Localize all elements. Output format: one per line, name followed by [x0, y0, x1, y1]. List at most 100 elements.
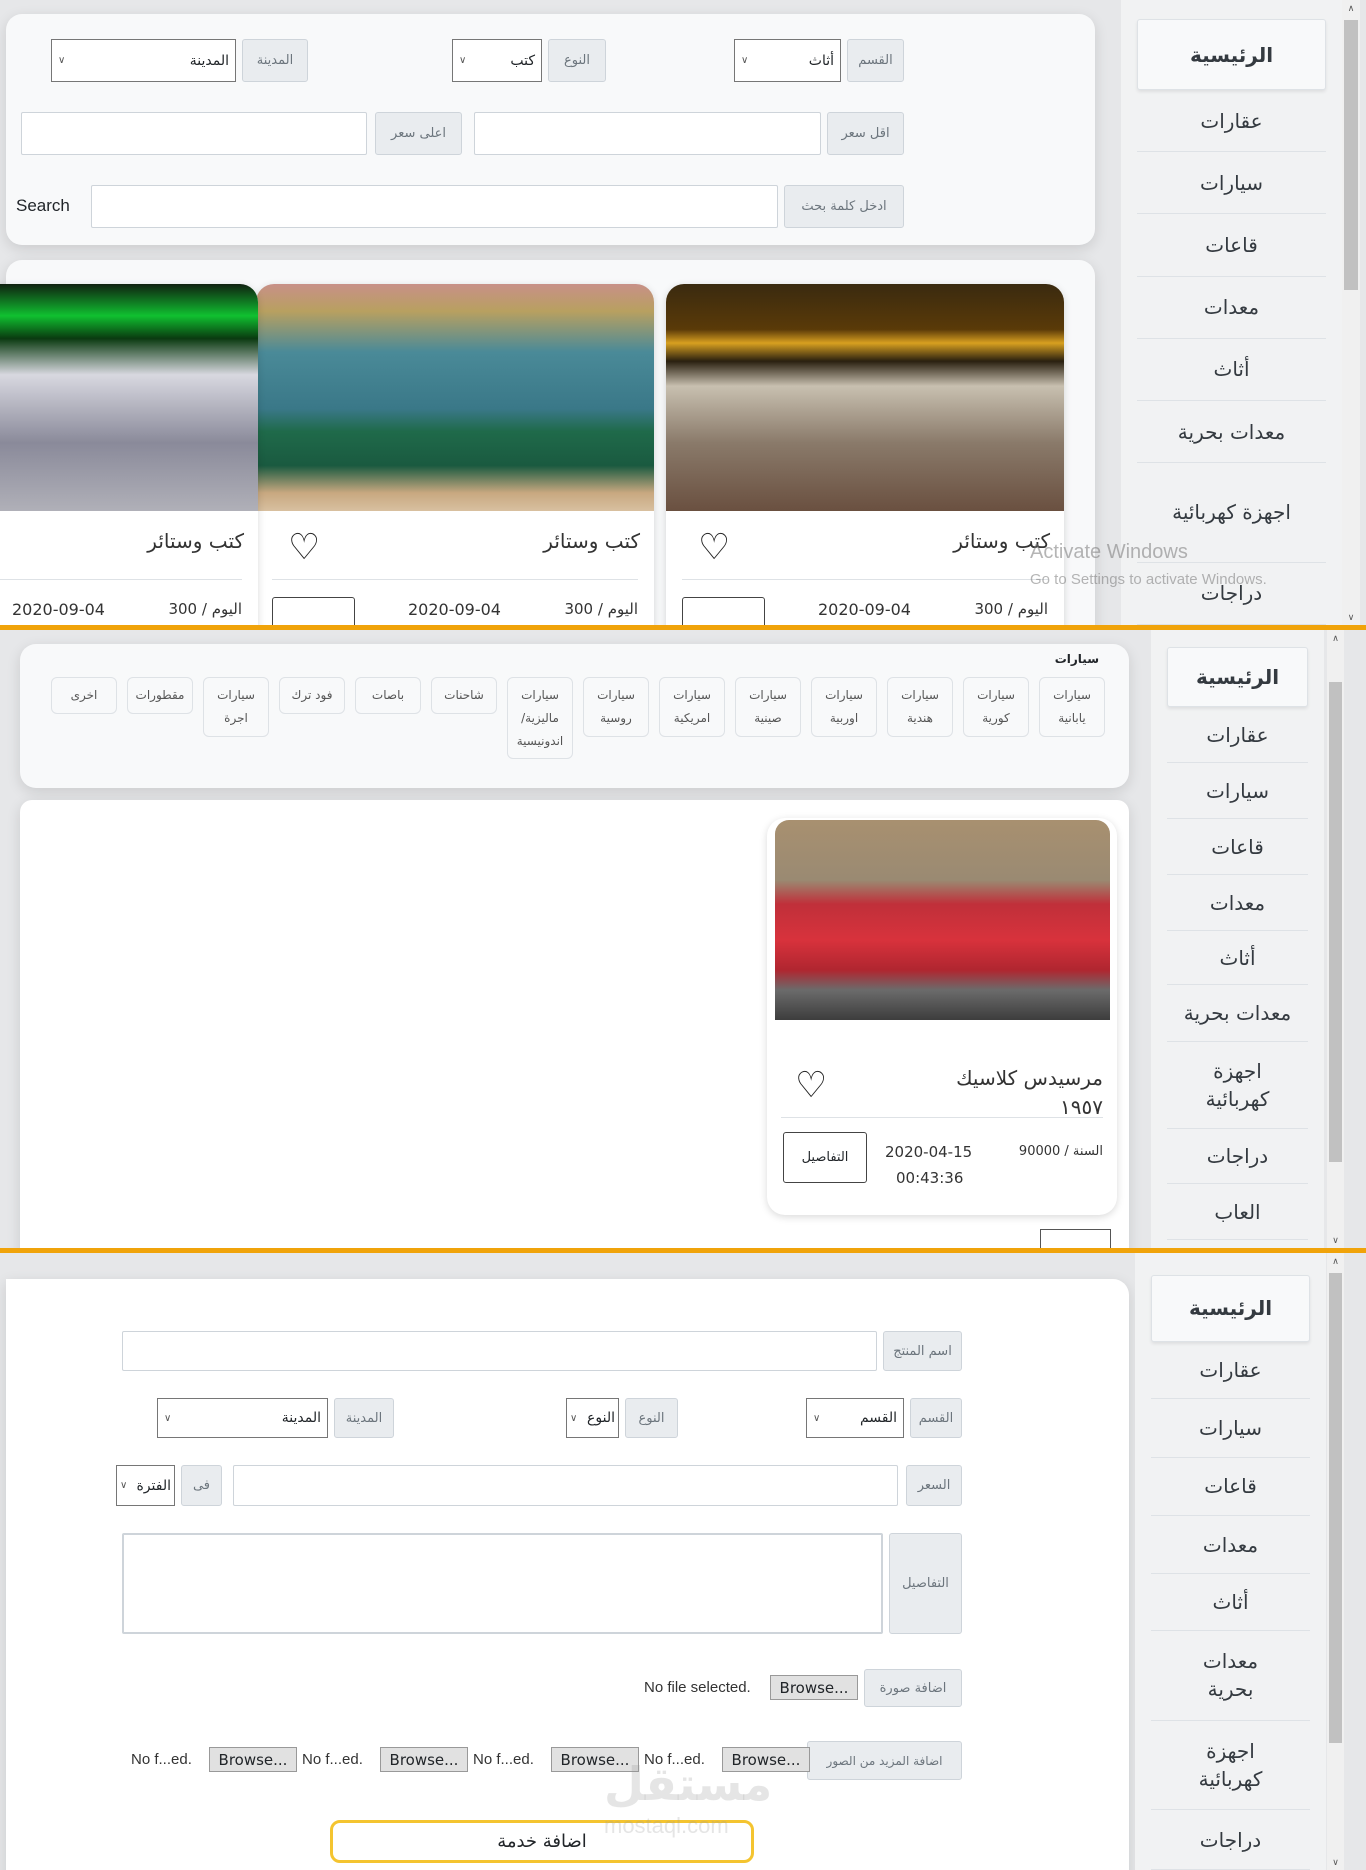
sidebar-item-1[interactable]: عقارات [1167, 707, 1308, 763]
browse-button[interactable]: Browse... [209, 1747, 297, 1772]
sidebar-item-8[interactable]: دراجات [1151, 1810, 1310, 1870]
car-category-chip[interactable]: باصات [355, 677, 421, 714]
keyword-input[interactable] [91, 185, 778, 228]
cars-section: سيارات سيارات يابانية سيارات كورية سيارات … [0, 630, 1366, 1248]
scrollbar[interactable]: ∧ ∨ [1327, 630, 1344, 1248]
category-value: القسم [859, 1410, 897, 1426]
image-label: اضافة صورة [864, 1669, 962, 1707]
car-category-chip[interactable]: شاحنات [431, 677, 497, 714]
favorite-heart-icon[interactable]: ♡ [795, 1068, 827, 1104]
city-label: المدينة [242, 39, 308, 82]
category-label: القسم [910, 1398, 962, 1438]
city-value: المدينة [281, 1410, 321, 1426]
car-title: مرسيدس كلاسيك ١٩٥٧ [956, 1066, 1103, 1119]
car-category-chip[interactable]: سيارات اجرة [203, 677, 269, 737]
max-price-input[interactable] [21, 112, 367, 155]
sidebar-item-6[interactable]: معدات بحرية [1167, 985, 1308, 1042]
car-category-chip[interactable]: سيارات ماليزية/ اندونيسية [507, 677, 573, 760]
listing-card[interactable]: كتب وستائر♡اليوم / 3002020-09-04 [256, 284, 654, 625]
chevron-down-icon: ∨ [58, 55, 66, 66]
sidebar-item-5[interactable]: أثاث [1167, 931, 1308, 985]
browse-button[interactable]: Browse... [380, 1747, 468, 1772]
sidebar-item-1[interactable]: عقارات [1137, 90, 1326, 153]
car-chip-list: سيارات يابانية سيارات كورية سيارات هندية سي… [51, 677, 1105, 760]
city-value: المدينة [189, 52, 229, 69]
activate-windows-subtitle: Go to Settings to activate Windows. [1030, 571, 1267, 588]
divider [682, 579, 1048, 580]
details-button[interactable]: التفاصيل [783, 1132, 867, 1183]
scrollbar[interactable]: ∧ ∨ [1327, 1253, 1344, 1870]
in-label: فى [181, 1465, 222, 1506]
sidebar-item-7[interactable]: اجهزة كهربائية [1151, 1721, 1310, 1811]
sidebar-item-0[interactable]: الرئيسية [1151, 1275, 1310, 1342]
chevron-down-icon: ∨ [120, 1480, 128, 1491]
car-category-chip[interactable]: سيارات صينية [735, 677, 801, 737]
category-select[interactable]: القسم ∨ [806, 1398, 904, 1438]
price-input[interactable] [233, 1465, 898, 1506]
sidebar-item-6[interactable]: معدات بحرية [1137, 401, 1326, 464]
listing-card[interactable]: كتب وستائر♡اليوم / 3002020-09-04 [666, 284, 1064, 625]
category-select[interactable]: أثاث ∨ [734, 39, 841, 82]
chevron-down-icon: ∨ [741, 55, 749, 66]
type-select[interactable]: النوع ∨ [566, 1398, 619, 1438]
category-label: القسم [847, 39, 904, 82]
search-button[interactable]: Search [16, 196, 70, 216]
sidebar-item-4[interactable]: معدات [1151, 1516, 1310, 1575]
sidebar-item-3[interactable]: قاعات [1137, 214, 1326, 277]
chevron-down-icon: ∨ [459, 55, 467, 66]
car-category-chip[interactable]: سيارات يابانية [1039, 677, 1105, 737]
car-category-chip[interactable]: سيارات هندية [887, 677, 953, 737]
listing-date: 2020-09-04 [408, 600, 501, 619]
car-category-chip[interactable]: اخرى [51, 677, 117, 714]
car-category-chip[interactable]: سيارات اوربية [811, 677, 877, 737]
city-select[interactable]: المدينة ∨ [157, 1398, 328, 1438]
city-select[interactable]: المدينة ∨ [51, 39, 236, 82]
type-select[interactable]: كتب ∨ [452, 39, 542, 82]
car-card[interactable]: مرسيدس كلاسيك ١٩٥٧ ♡ السنة / 90000 2020-… [767, 818, 1117, 1215]
sidebar-item-7[interactable]: اجهزة كهربائية [1167, 1042, 1308, 1129]
search-section: القسم أثاث ∨ النوع كتب ∨ المدينة المدينة ∨ … [0, 0, 1366, 625]
details-button[interactable] [272, 597, 355, 625]
car-category-chip[interactable]: سيارات كورية [963, 677, 1029, 737]
listing-price: اليوم / 300 [564, 600, 638, 618]
sidebar-item-3[interactable]: قاعات [1167, 819, 1308, 875]
type-label: النوع [548, 39, 606, 82]
min-price-input[interactable] [474, 112, 821, 155]
details-button[interactable] [682, 597, 765, 625]
favorite-heart-icon[interactable]: ♡ [288, 530, 320, 566]
max-price-label: اعلى سعر [375, 112, 462, 155]
sidebar-item-5[interactable]: أثاث [1137, 339, 1326, 401]
file-status: No f...ed. [473, 1751, 534, 1768]
file-status: No f...ed. [131, 1751, 192, 1768]
chevron-down-icon: ∨ [813, 1412, 821, 1424]
sidebar-item-4[interactable]: معدات [1137, 277, 1326, 339]
car-category-chip[interactable]: سيارات روسية [583, 677, 649, 737]
sidebar-item-0[interactable]: الرئيسية [1167, 647, 1308, 707]
car-category-chip[interactable]: مقطورات [127, 677, 193, 714]
period-select[interactable]: الفترة ∨ [116, 1465, 175, 1506]
sidebar-item-6[interactable]: معدات بحرية [1151, 1631, 1310, 1721]
sidebar-item-9[interactable]: العاب [1167, 1184, 1308, 1240]
car-category-chip[interactable]: سيارات امريكية [659, 677, 725, 737]
sidebar-item-2[interactable]: سيارات [1167, 763, 1308, 819]
browse-button[interactable]: Browse... [770, 1675, 858, 1700]
sidebar-item-1[interactable]: عقارات [1151, 1342, 1310, 1400]
sidebar-item-5[interactable]: أثاث [1151, 1574, 1310, 1632]
sidebar-item-3[interactable]: قاعات [1151, 1458, 1310, 1516]
sidebar-item-4[interactable]: معدات [1167, 875, 1308, 931]
listing-card[interactable]: كتب وستائر♡اليوم / 3002020-09-04 [0, 284, 258, 625]
scrollbar[interactable]: ∧ ∨ [1342, 0, 1360, 625]
car-category-chip[interactable]: فود ترك [279, 677, 345, 714]
sidebar-item-2[interactable]: سيارات [1151, 1399, 1310, 1459]
activate-windows-title: Activate Windows [1030, 541, 1188, 563]
pagination-button[interactable] [1040, 1229, 1111, 1248]
favorite-heart-icon[interactable]: ♡ [698, 530, 730, 566]
sidebar: الرئيسية عقارات سيارات قاعات معدات أثاث معدات … [1121, 0, 1342, 625]
price-label: السعر [906, 1465, 962, 1506]
product-name-input[interactable] [122, 1331, 877, 1371]
sidebar-item-2[interactable]: سيارات [1137, 152, 1326, 215]
sidebar-item-8[interactable]: دراجات [1167, 1129, 1308, 1184]
car-image [775, 820, 1110, 1020]
details-textarea[interactable] [122, 1533, 883, 1634]
sidebar-item-0[interactable]: الرئيسية [1137, 19, 1326, 91]
